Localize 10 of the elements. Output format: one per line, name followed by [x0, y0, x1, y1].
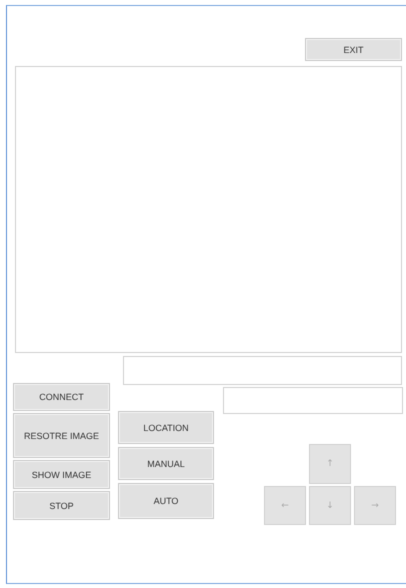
input-field[interactable] — [123, 356, 402, 385]
action-button[interactable]: STOP — [13, 491, 110, 520]
action-button[interactable]: CONNECT — [13, 383, 110, 411]
action-button[interactable]: SHOW IMAGE — [13, 460, 110, 489]
mode-button[interactable]: MANUAL — [118, 447, 214, 480]
mode-button[interactable]: LOCATION — [118, 411, 214, 444]
input-field[interactable] — [223, 387, 403, 414]
mode-button[interactable]: AUTO — [118, 483, 214, 519]
action-button[interactable]: RESOTRE IMAGE — [13, 413, 110, 458]
exit-button[interactable]: EXIT — [305, 38, 402, 61]
